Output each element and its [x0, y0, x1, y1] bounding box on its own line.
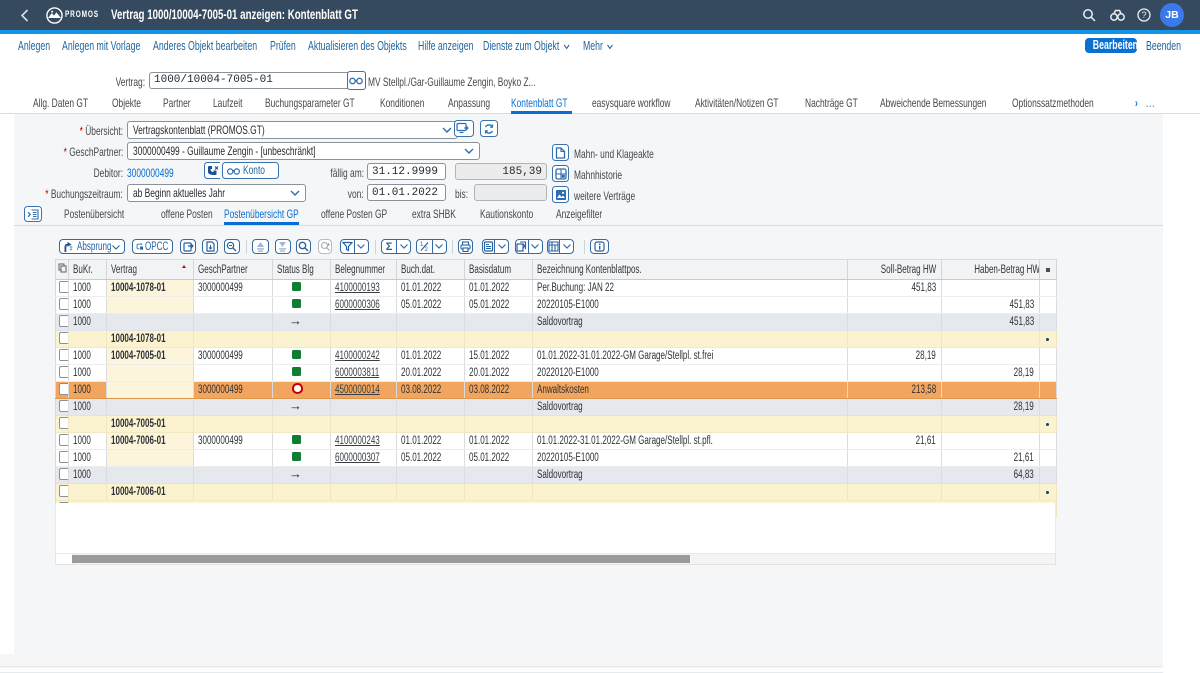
- svg-text:2: 2: [424, 247, 428, 252]
- svg-text:?: ?: [1141, 10, 1146, 20]
